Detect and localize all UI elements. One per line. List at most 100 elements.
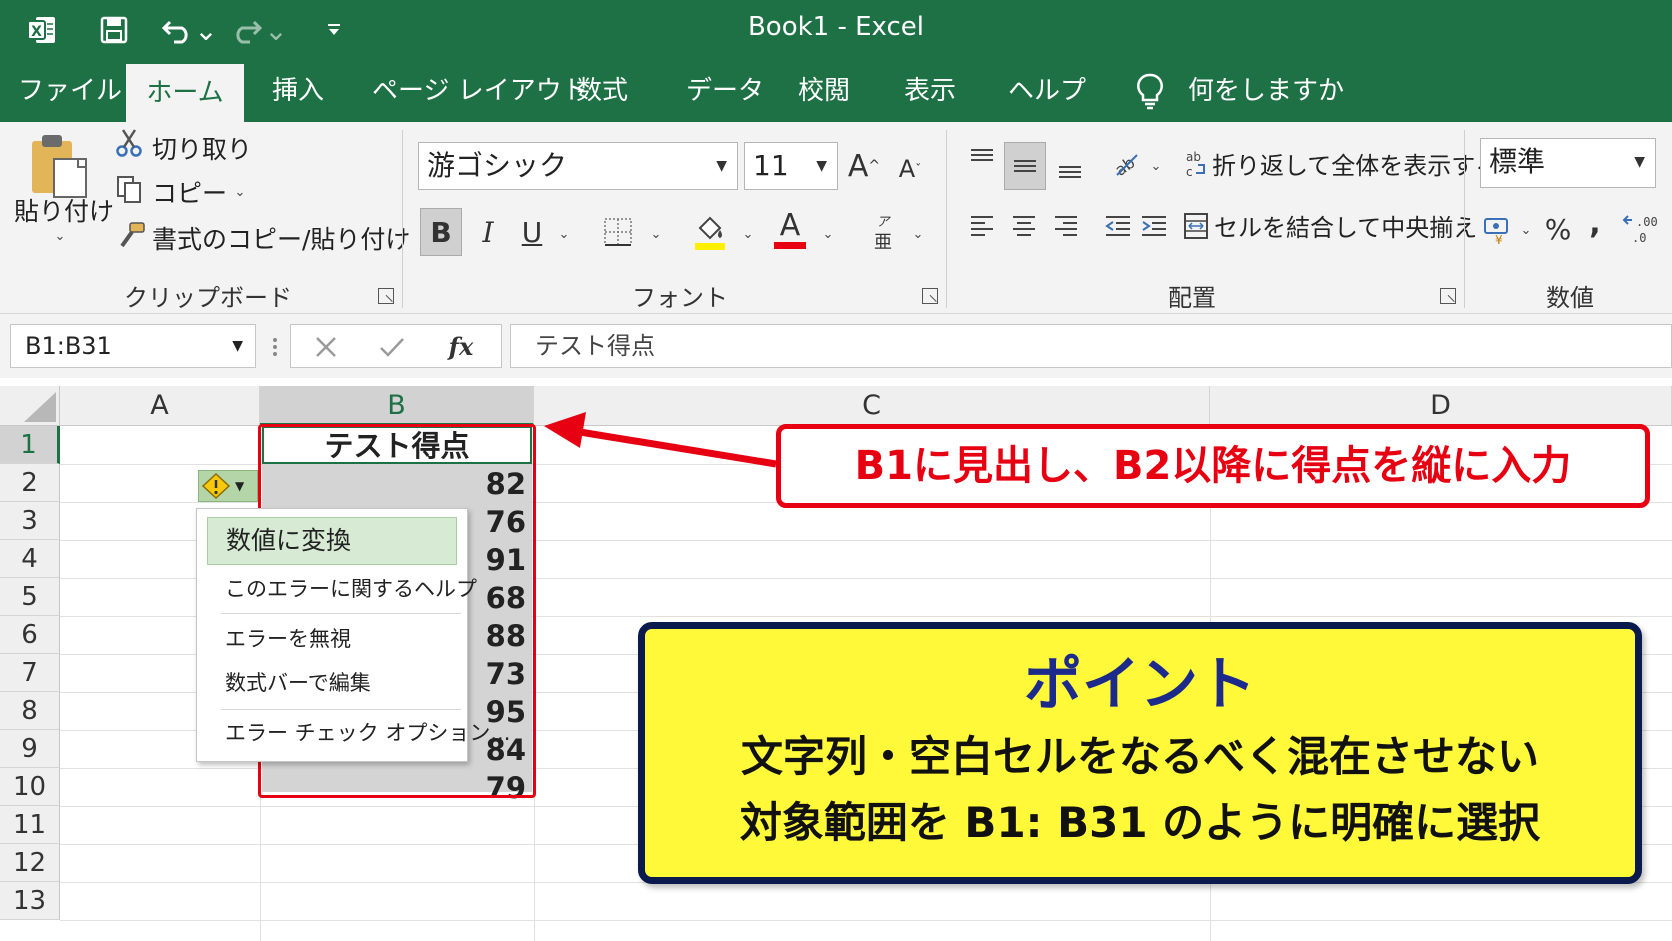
fill-color-dropdown-icon[interactable]: ⌄ [740,226,756,242]
tab-view[interactable]: 表示 [904,60,956,122]
row-header-1[interactable]: 1 [0,426,60,464]
menu-item-error-check-options[interactable]: エラー チェック オプション... [225,713,510,753]
bold-glyph: B [430,215,452,249]
paste-icon[interactable] [24,130,96,200]
tab-home[interactable]: ホーム [126,64,244,122]
borders-icon[interactable] [600,214,636,250]
clipboard-launcher-icon[interactable] [378,288,394,304]
merge-center-icon[interactable] [1182,208,1210,244]
number-format-combo[interactable]: 標準 ▼ [1480,138,1656,188]
phonetic-dropdown-icon[interactable]: ⌄ [910,226,926,242]
orientation-icon[interactable]: ab [1108,144,1144,184]
format-painter-button[interactable]: 書式のコピー/貼り付け [152,220,410,256]
wrap-text-icon[interactable]: ab c [1182,144,1210,184]
tab-help[interactable]: ヘルプ [1008,60,1086,122]
underline-dropdown-icon[interactable]: ⌄ [556,226,572,242]
row-header-5[interactable]: 5 [0,578,60,616]
tab-formulas[interactable]: 数式 [576,60,628,122]
tab-data[interactable]: データ [686,60,764,122]
increase-decimal-icon[interactable]: .00.0 [1620,208,1660,250]
name-box[interactable]: B1:B31 ▼ [10,324,256,368]
align-left-icon[interactable] [964,206,1000,246]
tab-page-layout[interactable]: ページ レイアウト [372,60,588,122]
merge-dropdown-icon[interactable]: ⌄ [1426,218,1442,234]
menu-item-error-help[interactable]: このエラーに関するヘルプ [225,569,477,609]
column-header-a[interactable]: A [60,386,260,426]
decrease-font-size-icon[interactable]: Aˇ [892,150,928,188]
align-bottom-icon[interactable] [1052,144,1088,190]
select-all-button[interactable] [0,386,60,426]
tab-review[interactable]: 校閲 [798,60,850,122]
orientation-dropdown-icon[interactable]: ⌄ [1148,158,1164,174]
svg-text:亜: 亜 [874,232,892,252]
row-header-6[interactable]: 6 [0,616,60,654]
row-header-10[interactable]: 10 [0,768,60,806]
column-header-d[interactable]: D [1210,386,1672,426]
copy-dropdown-icon[interactable]: ⌄ [232,184,248,200]
scissors-icon[interactable] [114,126,144,160]
tab-file[interactable]: ファイル [18,60,122,122]
row-header-11[interactable]: 11 [0,806,60,844]
phonetic-guide-icon[interactable]: ア亜 [866,210,900,254]
formula-bar-grip-icon[interactable] [272,336,278,358]
menu-item-ignore-error[interactable]: エラーを無視 [225,619,351,659]
copy-button[interactable]: コピー [152,174,227,210]
align-right-icon[interactable] [1048,206,1084,246]
row-header-3[interactable]: 3 [0,502,60,540]
format-painter-icon[interactable] [114,218,148,252]
increase-indent-icon[interactable] [1136,206,1172,246]
paste-button[interactable]: 貼り付け [14,192,114,228]
accounting-dropdown-icon[interactable]: ⌄ [1518,222,1534,238]
svg-text:ab: ab [1186,150,1201,164]
font-launcher-icon[interactable] [922,288,938,304]
row-header-8[interactable]: 8 [0,692,60,730]
copy-icon[interactable] [114,172,144,206]
column-header-b[interactable]: B [260,386,534,426]
ribbon-tabs: ファイル ホーム 挿入 ページ レイアウト 数式 データ 校閲 表示 ヘルプ 何… [0,60,1672,122]
paste-dropdown-icon[interactable]: ⌄ [52,228,68,244]
cut-button[interactable]: 切り取り [152,130,252,166]
menu-item-edit-in-formula-bar[interactable]: 数式バーで編集 [225,663,371,703]
fx-glyph: fx [448,331,474,361]
font-color-icon[interactable]: A [770,204,810,254]
alignment-launcher-icon[interactable] [1440,288,1456,304]
comma-style-button[interactable]: , [1584,202,1606,244]
align-top-icon[interactable] [964,140,1000,180]
wrap-text-button[interactable]: 折り返して全体を表示する [1212,146,1499,181]
cancel-icon[interactable] [309,331,343,363]
underline-button[interactable]: U [514,208,550,256]
borders-dropdown-icon[interactable]: ⌄ [648,226,664,242]
bold-button[interactable]: B [420,208,462,256]
align-middle-icon[interactable] [1004,142,1046,190]
increase-font-size-icon[interactable]: A ^ [846,144,882,188]
font-name-combo[interactable]: 游ゴシック ▼ [418,142,738,190]
decrease-indent-icon[interactable] [1100,206,1136,246]
menu-item-convert-to-number[interactable]: 数値に変換 [207,517,457,565]
tell-me-search[interactable]: 何をしますか [1188,60,1344,122]
row-header-4[interactable]: 4 [0,540,60,578]
error-smart-tag[interactable]: ▼ [198,470,258,502]
point-line-1: 文字列・空白セルをなるべく混在させない [740,732,1539,781]
font-color-dropdown-icon[interactable]: ⌄ [820,226,836,242]
row-header-13[interactable]: 13 [0,882,60,920]
font-size-combo[interactable]: 11 ▼ [744,142,838,190]
underline-glyph: U [521,215,543,249]
group-separator [402,130,403,308]
row-header-12[interactable]: 12 [0,844,60,882]
row-header-9[interactable]: 9 [0,730,60,768]
italic-button[interactable]: I [470,208,506,256]
font-color-glyph: A [779,207,801,243]
formula-buttons: fx [290,324,502,368]
row-header-7[interactable]: 7 [0,654,60,692]
font-size-value: 11 [753,149,789,182]
formula-input[interactable]: テスト得点 [510,324,1672,368]
percent-style-button[interactable]: % [1540,208,1576,250]
enter-icon[interactable] [375,331,409,363]
align-center-icon[interactable] [1006,206,1042,246]
tab-insert[interactable]: 挿入 [272,60,324,122]
percent-glyph: % [1544,212,1572,246]
insert-function-button[interactable]: fx [441,329,481,363]
row-header-2[interactable]: 2 [0,464,60,502]
fill-color-icon[interactable] [690,210,730,254]
accounting-format-icon[interactable]: ¥ [1480,210,1516,250]
